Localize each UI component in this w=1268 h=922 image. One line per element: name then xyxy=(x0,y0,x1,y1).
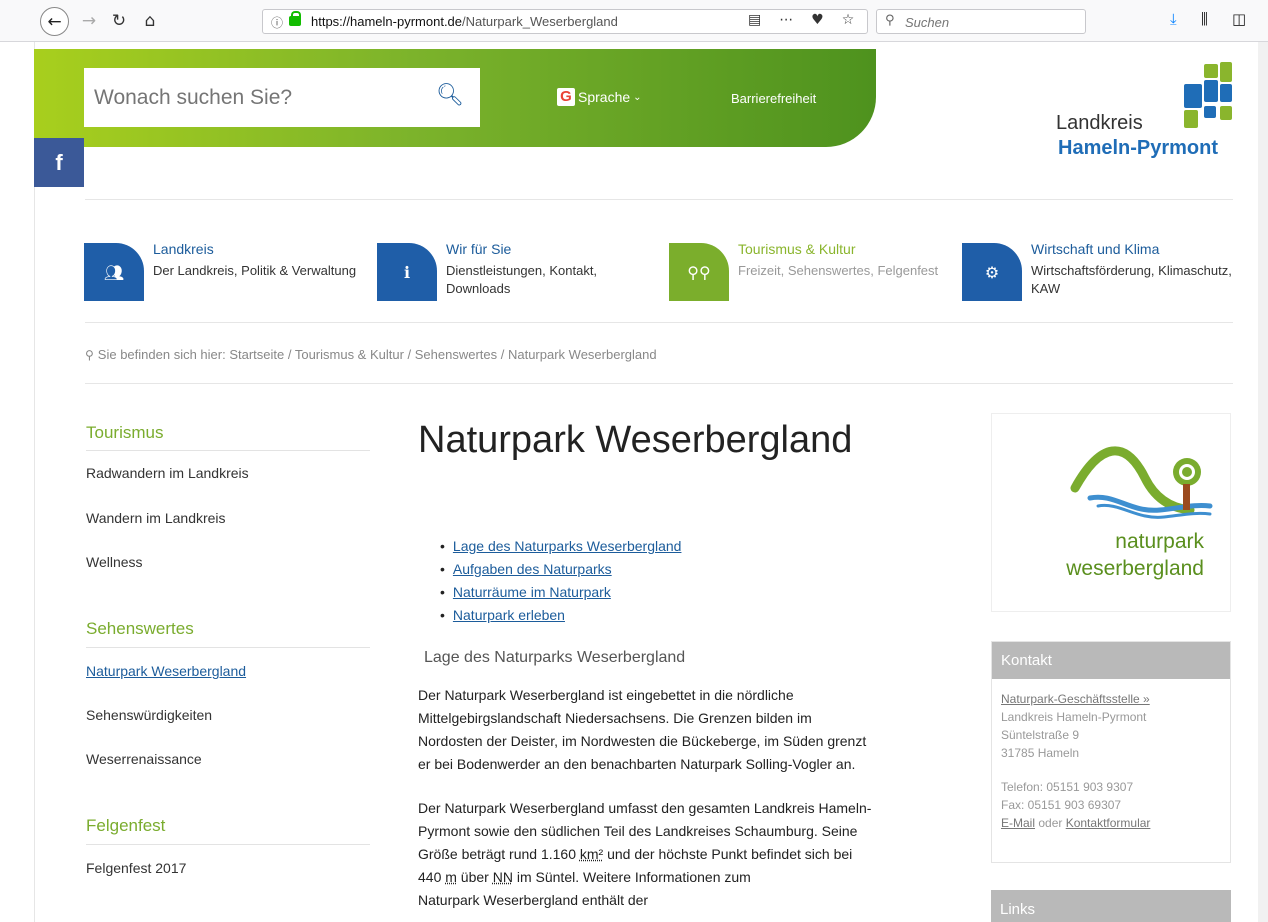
bookmark-star-icon[interactable]: ☆ xyxy=(842,12,855,28)
sidebar-item-wellness[interactable]: Wellness xyxy=(86,554,143,570)
download-icon[interactable]: ⤓ xyxy=(1170,10,1177,28)
divider xyxy=(86,450,370,451)
abbr-km2[interactable]: km² xyxy=(580,846,603,862)
bicycle-icon: ⚲⚲ xyxy=(669,243,729,301)
nav-wirtschaft-klima[interactable]: ⚙ Wirtschaft und Klima Wirtschaftsförder… xyxy=(962,241,1242,307)
facebook-icon[interactable]: f xyxy=(34,138,84,187)
section-heading: Lage des Naturparks Weserbergland xyxy=(424,649,686,666)
sidebar-heading-tourismus[interactable]: Tourismus xyxy=(86,423,163,443)
gears-icon: ⚙ xyxy=(962,243,1022,301)
scrollbar[interactable] xyxy=(1258,42,1268,922)
contact-fax: Fax: 05151 903 69307 xyxy=(1001,798,1122,812)
reload-button[interactable]: ↻ xyxy=(106,8,132,34)
divider xyxy=(85,322,1233,323)
chevron-down-icon: ⌄ xyxy=(633,91,642,103)
naturpark-logo-line1: naturpark xyxy=(1115,530,1204,553)
divider xyxy=(85,199,1233,200)
toc-item[interactable]: Naturräume im Naturpark xyxy=(440,581,681,604)
url-text[interactable]: https://hameln-pyrmont.de/Naturpark_Wese… xyxy=(311,14,618,29)
divider xyxy=(86,647,370,648)
breadcrumb: ⚲ Sie befinden sich hier: Startseite / To… xyxy=(85,347,657,362)
site-search-input[interactable] xyxy=(94,84,414,112)
nav-wir-fuer-sie[interactable]: ℹ Wir für Sie Dienstleistungen, Kontakt,… xyxy=(377,241,657,307)
sidebar-item-weserrenaissance[interactable]: Weserrenaissance xyxy=(86,751,202,767)
paragraph-2: Der Naturpark Weserbergland umfasst den … xyxy=(418,800,872,908)
sidebar-icon[interactable]: ◫ xyxy=(1232,10,1246,28)
pocket-icon[interactable]: ♥ xyxy=(811,12,824,28)
nav-tourismus-kultur[interactable]: ⚲⚲ Tourismus & Kultur Freizeit, Sehenswe… xyxy=(669,241,949,307)
info-icon: ℹ xyxy=(377,243,437,301)
landkreis-logo-mark xyxy=(1184,62,1232,128)
links-heading: Links xyxy=(991,890,1231,922)
contact-phone: Telefon: 05151 903 9307 xyxy=(1001,780,1134,794)
sidebar-heading-sehenswertes[interactable]: Sehenswertes xyxy=(86,619,194,639)
search-icon: ⚲ xyxy=(885,13,895,28)
paragraph-1: Der Naturpark Weserbergland ist eingebet… xyxy=(418,687,867,772)
toc-item[interactable]: Naturpark erleben xyxy=(440,604,681,627)
browser-search-input[interactable] xyxy=(905,13,1075,31)
browser-toolbar: ← → ↻ ⌂ ⓘ https://hameln-pyrmont.de/Natu… xyxy=(0,0,1268,42)
browser-search-bar[interactable]: ⚲ xyxy=(876,9,1086,34)
users-icon: 👥︎ xyxy=(84,243,144,301)
contact-form-link[interactable]: Kontaktformular xyxy=(1066,816,1151,830)
divider xyxy=(86,844,370,845)
logo-line1: Landkreis xyxy=(1056,112,1143,134)
reader-view-icon[interactable]: ▤ xyxy=(748,12,761,28)
back-button[interactable]: ← xyxy=(40,7,69,36)
email-link[interactable]: E-Mail xyxy=(1001,816,1035,830)
site-search-box: 🔍︎ xyxy=(84,68,480,127)
toc-item[interactable]: Aufgaben des Naturparks xyxy=(440,558,681,581)
contact-box: Kontakt Naturpark-Geschäftsstelle » Land… xyxy=(991,641,1231,863)
language-label: Sprache xyxy=(578,89,631,105)
page-actions-icon[interactable]: ⋯ xyxy=(779,12,793,28)
nav-landkreis[interactable]: 👥︎ Landkreis Der Landkreis, Politik & Ve… xyxy=(84,241,364,307)
language-selector[interactable]: G Sprache ⌄ xyxy=(557,88,642,106)
sidebar-item-felgenfest-2017[interactable]: Felgenfest 2017 xyxy=(86,860,186,876)
map-pin-icon: ⚲ xyxy=(85,348,94,362)
naturpark-logo-box: naturpark weserbergland xyxy=(991,413,1231,612)
forward-button[interactable]: → xyxy=(76,8,102,34)
naturpark-office-link[interactable]: Naturpark-Geschäftsstelle » xyxy=(1001,692,1150,706)
abbr-m[interactable]: m xyxy=(445,869,457,885)
sidebar-heading-felgenfest[interactable]: Felgenfest xyxy=(86,816,165,836)
sidebar-item-radwandern[interactable]: Radwandern im Landkreis xyxy=(86,465,249,481)
contact-heading: Kontakt xyxy=(992,642,1230,679)
address-bar[interactable]: ⓘ https://hameln-pyrmont.de/Naturpark_We… xyxy=(262,9,868,34)
home-button[interactable]: ⌂ xyxy=(137,8,163,34)
table-of-contents: Lage des Naturparks Weserbergland Aufgab… xyxy=(440,535,682,627)
naturpark-logo-line2: weserbergland xyxy=(1066,557,1204,580)
library-icon[interactable]: ⫼ xyxy=(1201,10,1208,28)
sidebar-item-wandern[interactable]: Wandern im Landkreis xyxy=(86,510,226,526)
info-icon[interactable]: ⓘ xyxy=(271,14,283,31)
lock-icon xyxy=(289,11,301,26)
toc-item[interactable]: Lage des Naturparks Weserbergland xyxy=(440,535,682,558)
accessibility-link[interactable]: Barrierefreiheit xyxy=(731,91,816,106)
divider xyxy=(85,383,1233,384)
search-icon[interactable]: 🔍︎ xyxy=(436,83,464,108)
logo-line2: Hameln-Pyrmont xyxy=(1058,137,1219,159)
sidebar-item-naturpark[interactable]: Naturpark Weserbergland xyxy=(86,663,246,679)
sidebar-item-sehenswuerdigkeiten[interactable]: Sehenswürdigkeiten xyxy=(86,707,212,723)
page-title: Naturpark Weserbergland xyxy=(418,419,853,461)
abbr-nn[interactable]: NN xyxy=(493,869,513,885)
naturpark-logo-icon xyxy=(1070,446,1213,519)
google-icon: G xyxy=(557,88,575,106)
